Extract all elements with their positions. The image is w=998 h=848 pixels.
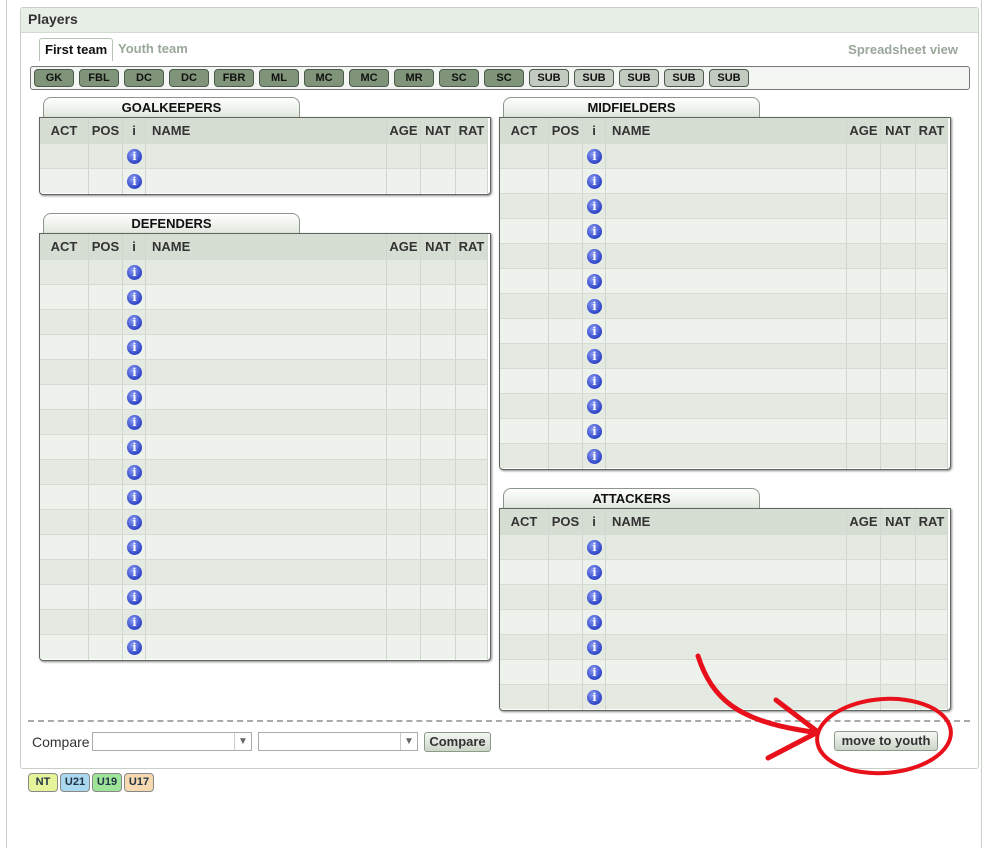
annotation-arrow-icon [695, 653, 815, 735]
annotation-overlay [695, 653, 953, 776]
annotation-circle-icon [815, 696, 953, 776]
